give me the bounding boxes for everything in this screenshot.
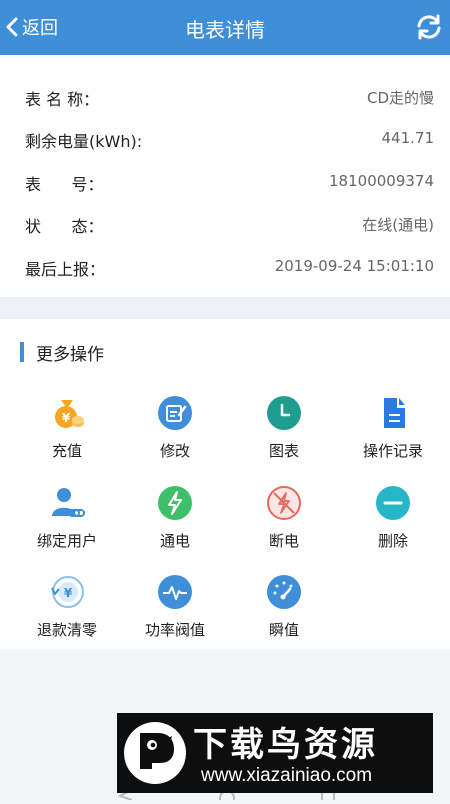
remaining-power-value: 441.71	[381, 129, 435, 147]
remaining-power-label: 剩余电量(kWh):	[25, 132, 143, 151]
pulse-icon	[158, 575, 192, 609]
lightning-icon	[158, 486, 192, 520]
edit-icon	[158, 396, 192, 430]
refresh-icon[interactable]	[414, 12, 444, 42]
meter-number-label: 表 号：	[25, 175, 104, 194]
section-title: 更多操作	[36, 344, 104, 365]
meter-info-panel: 表 名 称： CD走的慢 剩余电量(kWh): 441.71 表 号： 1810…	[0, 55, 450, 297]
last-report-value: 2019-09-24 15:01:10	[274, 257, 434, 275]
last-report-label: 最后上报：	[25, 260, 106, 279]
svg-text:¥: ¥	[64, 586, 73, 600]
watermark-title: 下载鸟资源	[193, 725, 378, 765]
chart-label: 图表	[268, 442, 299, 460]
section-accent-bar	[20, 342, 24, 362]
meter-name-value: CD走的慢	[366, 89, 434, 107]
delete-label: 删除	[377, 532, 408, 550]
back-button[interactable]: 返回	[4, 13, 58, 41]
refund-reset-label: 退款清零	[36, 621, 97, 639]
user-link-icon	[52, 488, 85, 517]
bind-user-label: 绑定用户	[36, 532, 97, 550]
chevron-left-icon	[6, 17, 18, 37]
gauge-icon	[267, 575, 301, 609]
bind-user-button[interactable]: 绑定用户	[17, 485, 117, 565]
delete-button[interactable]: 删除	[343, 485, 443, 565]
refund-reset-button[interactable]: ¥ 退款清零	[17, 574, 117, 654]
status-label: 状 态：	[25, 217, 104, 236]
instant-value-button[interactable]: 瞬值	[234, 574, 334, 654]
instant-value-label: 瞬值	[268, 621, 299, 639]
edit-button[interactable]: 修改	[125, 395, 225, 475]
operation-log-label: 操作记录	[362, 442, 423, 460]
status-value: 在线(通电)	[362, 216, 434, 234]
back-label: 返回	[22, 18, 58, 39]
section-divider	[0, 297, 450, 319]
meter-name-label: 表 名 称：	[25, 90, 100, 109]
app-header: 返回 电表详情	[0, 0, 450, 55]
chart-button[interactable]: 图表	[234, 395, 334, 475]
power-on-label: 通电	[159, 532, 190, 550]
power-off-label: 断电	[268, 532, 299, 550]
meter-number-row: 表 号： 18100009374	[0, 167, 450, 197]
page-title: 电表详情	[185, 18, 265, 42]
operation-log-button[interactable]: 操作记录	[343, 395, 443, 475]
last-report-row: 最后上报： 2019-09-24 15:01:10	[0, 252, 450, 282]
meter-name-row: 表 名 称： CD走的慢	[0, 82, 450, 112]
status-row: 状 态： 在线(通电)	[0, 209, 450, 239]
power-threshold-button[interactable]: 功率阀值	[125, 574, 225, 654]
more-operations-panel: 更多操作 ¥ 充值 修改 图表 操作记录 绑定用户 通电 断电 删除 ¥ 退款清…	[0, 319, 450, 649]
power-threshold-label: 功率阀值	[144, 621, 205, 639]
money-bag-icon: ¥	[55, 400, 84, 428]
minus-icon	[376, 486, 410, 520]
meter-number-value: 18100009374	[329, 172, 434, 190]
bird-logo-icon	[124, 722, 186, 784]
edit-label: 修改	[159, 442, 190, 460]
section-header: 更多操作	[20, 341, 104, 365]
clock-icon	[267, 396, 301, 430]
watermark-banner: 下载鸟资源 www.xiazainiao.com	[117, 713, 433, 793]
power-on-button[interactable]: 通电	[125, 485, 225, 565]
watermark-url: www.xiazainiao.com	[201, 765, 373, 786]
remaining-power-row: 剩余电量(kWh): 441.71	[0, 124, 450, 154]
document-icon	[384, 398, 405, 428]
power-off-button[interactable]: 断电	[234, 485, 334, 565]
svg-text:¥: ¥	[62, 411, 71, 425]
power-off-icon	[267, 486, 301, 520]
refund-icon: ¥	[51, 576, 84, 608]
recharge-button[interactable]: ¥ 充值	[17, 395, 117, 475]
recharge-label: 充值	[51, 442, 82, 460]
